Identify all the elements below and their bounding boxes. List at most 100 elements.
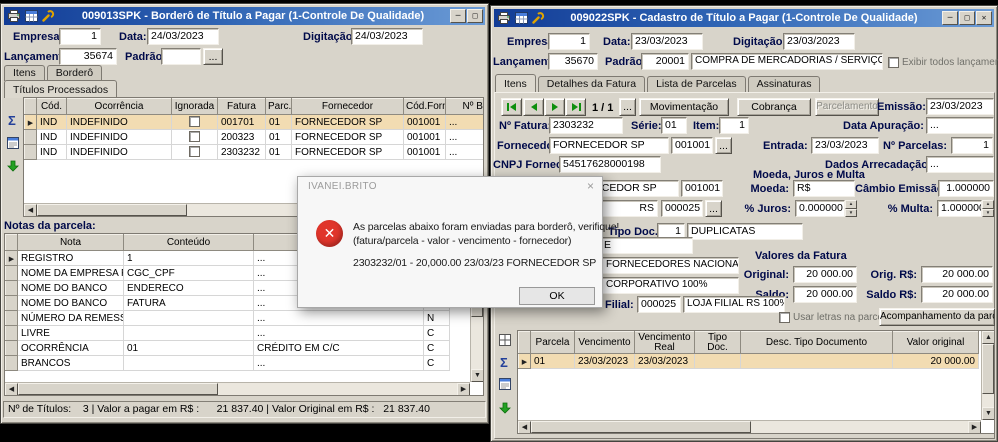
cell[interactable]: ... [254, 326, 424, 341]
form-icon[interactable] [499, 334, 511, 346]
scrollbar-thumb[interactable] [531, 421, 751, 433]
cell[interactable]: 01 [531, 354, 575, 369]
tab-assinaturas[interactable]: Assinaturas [748, 76, 821, 92]
cambio-field[interactable]: 1.000000 [938, 180, 994, 197]
exibir-todos-checkbox[interactable] [888, 57, 899, 68]
sum-icon[interactable]: Σ [500, 356, 508, 369]
cell[interactable]: NOME DO BANCO [18, 296, 124, 311]
acompanhamento-button[interactable]: Acompanhamento da parcela [879, 308, 995, 326]
cell[interactable]: ... [254, 356, 424, 371]
moeda-field[interactable]: R$ [793, 180, 855, 197]
scrollbar-thumb[interactable] [37, 204, 187, 216]
cell[interactable]: 001001 [404, 115, 446, 130]
cell[interactable]: IND [37, 115, 67, 130]
spin-down-icon[interactable]: ▼ [845, 209, 857, 218]
cell[interactable]: ... [446, 130, 485, 145]
cell[interactable] [695, 354, 741, 369]
table-row[interactable]: NÚMERO DA REMESSA ... N [6, 311, 450, 326]
data-field[interactable]: 23/03/2023 [631, 33, 703, 50]
cell[interactable]: FATURA [124, 296, 254, 311]
cell[interactable]: 01 [124, 341, 254, 356]
nav-first-button[interactable] [501, 98, 522, 116]
cell[interactable]: BRANCOS [18, 356, 124, 371]
cell[interactable]: IND [37, 145, 67, 160]
cell[interactable]: ... [446, 145, 485, 160]
scroll-down-icon[interactable]: ▼ [471, 369, 484, 382]
scroll-left-icon[interactable]: ◀ [518, 421, 531, 434]
tipo-doc-desc-field[interactable]: DUPLICATAS [687, 223, 803, 240]
wrench-icon[interactable] [40, 9, 56, 23]
ignorada-cell[interactable] [172, 130, 218, 145]
cell[interactable]: 001701 [218, 115, 266, 130]
cell[interactable]: ENDERECO [124, 281, 254, 296]
vertical-scrollbar[interactable]: ▲ ▼ [981, 331, 994, 420]
maximize-button[interactable]: □ [467, 9, 483, 23]
serie-field[interactable]: 01 [661, 117, 687, 134]
cell[interactable]: INDEFINIDO [67, 145, 172, 160]
spin-down-icon[interactable]: ▼ [982, 209, 994, 218]
nav-prev-button[interactable] [523, 98, 544, 116]
scroll-left-icon[interactable]: ◀ [5, 383, 18, 396]
multa-field[interactable]: 1.000000 [937, 200, 982, 217]
digitacao-field[interactable]: 24/03/2023 [351, 28, 423, 45]
tab-bordero[interactable]: Borderô [47, 65, 102, 81]
cell[interactable]: N [424, 311, 450, 326]
report-icon[interactable] [7, 137, 19, 149]
table-row[interactable]: BRANCOS ... C [6, 356, 450, 371]
cell[interactable]: 01 [266, 145, 292, 160]
ok-button[interactable]: OK [519, 287, 595, 305]
cell[interactable]: C [424, 356, 450, 371]
filial-cod-field[interactable]: 000025 [637, 296, 681, 313]
table-row[interactable]: ▶ IND INDEFINIDO 001701 01 FORNECEDOR SP… [25, 115, 485, 130]
saldo-rs-field[interactable]: 20 000.00 [921, 286, 993, 303]
cell[interactable]: 2303232 [218, 145, 266, 160]
nav-last-button[interactable] [565, 98, 586, 116]
praca-lookup-button[interactable]: ... [705, 200, 722, 217]
scroll-down-icon[interactable]: ▼ [982, 407, 995, 420]
data-apuracao-field[interactable]: ... [926, 117, 994, 134]
cell[interactable] [124, 356, 254, 371]
ignorada-cell[interactable] [172, 115, 218, 130]
spin-up-icon[interactable]: ▲ [845, 200, 857, 209]
table-row[interactable]: IND INDEFINIDO 2303232 01 FORNECEDOR SP … [25, 145, 485, 160]
orig-rs-field[interactable]: 20 000.00 [921, 266, 993, 283]
emissao-field[interactable]: 23/03/2023 [926, 98, 994, 115]
minimize-button[interactable]: ─ [942, 11, 958, 25]
cell[interactable]: 001001 [404, 130, 446, 145]
cell[interactable] [124, 326, 254, 341]
grid-icon[interactable] [23, 9, 39, 23]
padrao-field[interactable] [161, 48, 201, 65]
table-row[interactable]: IND INDEFINIDO 200323 01 FORNECEDOR SP 0… [25, 130, 485, 145]
scrollbar-thumb[interactable] [18, 383, 218, 395]
fornecedor-lookup-button[interactable]: ... [715, 137, 732, 154]
original-field[interactable]: 20 000.00 [793, 266, 857, 283]
table-row[interactable]: ▶ 01 23/03/2023 23/03/2023 20 000.00 [519, 354, 979, 369]
cell[interactable]: LIVRE [18, 326, 124, 341]
cell[interactable]: NOME DA EMPRESA PAGADOR [18, 266, 124, 281]
empresa-field[interactable]: 1 [548, 33, 590, 50]
dados-arrecadacao-field[interactable]: ... [926, 156, 994, 173]
tab-itens[interactable]: Itens [4, 65, 45, 81]
cell[interactable]: 23/03/2023 [575, 354, 635, 369]
fornecedor-field[interactable]: FORNECEDOR SP [549, 137, 669, 154]
cell[interactable]: 01 [266, 115, 292, 130]
ignorada-checkbox[interactable] [189, 116, 200, 127]
cell[interactable]: OCORRÊNCIA [18, 341, 124, 356]
cell[interactable]: NÚMERO DA REMESSA [18, 311, 124, 326]
scrollbar-thumb[interactable] [982, 344, 994, 394]
export-down-icon[interactable] [7, 160, 19, 172]
ignorada-cell[interactable] [172, 145, 218, 160]
filial-desc-field[interactable]: LOJA FILIAL RS 100% [683, 296, 785, 313]
sum-icon[interactable]: Σ [8, 114, 16, 127]
parcelamento-button[interactable]: Parcelamento [815, 98, 879, 116]
n-fatura-field[interactable]: 2303232 [549, 117, 623, 134]
cell[interactable]: ... [446, 115, 485, 130]
item-field[interactable]: 1 [719, 117, 749, 134]
cell[interactable]: REGISTRO [18, 251, 124, 266]
sacado-cod-field[interactable]: 001001 [681, 180, 723, 197]
cell[interactable]: FORNECEDOR SP [292, 115, 404, 130]
padrao-desc-field[interactable]: COMPRA DE MERCADORIAS / SERVIÇOS [691, 53, 883, 70]
movimentacao-button[interactable]: Movimentação [639, 98, 729, 116]
cell[interactable]: NOME DO BANCO [18, 281, 124, 296]
grid-icon[interactable] [513, 11, 529, 25]
